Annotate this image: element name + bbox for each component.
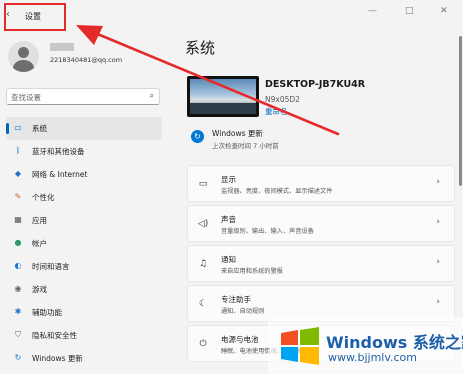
windows-logo-icon bbox=[281, 327, 319, 365]
watermark-url: www.bjjmlv.com bbox=[328, 351, 417, 364]
site-watermark: Windows 系统之家 www.bjjmlv.com bbox=[268, 317, 463, 374]
watermark-title: Windows 系统之家 bbox=[326, 333, 463, 352]
